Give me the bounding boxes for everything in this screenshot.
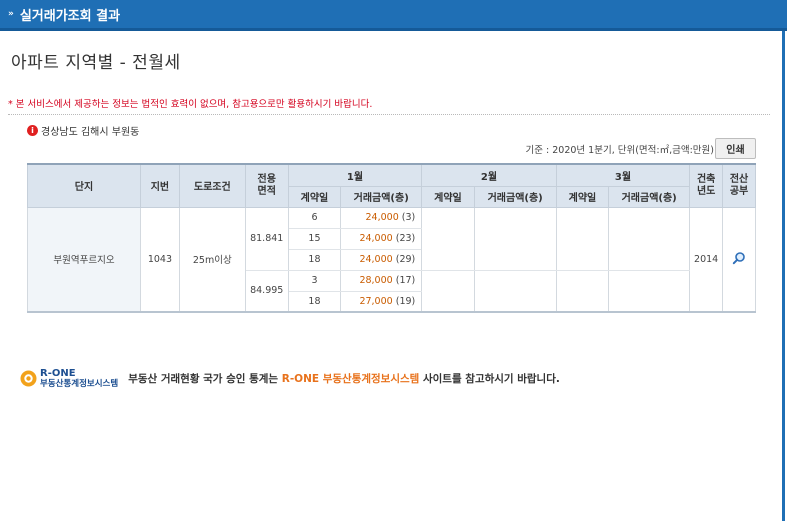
col-jibun: 지번	[139, 163, 180, 208]
month3-empty	[555, 207, 610, 271]
col-month-3: 3월	[555, 163, 691, 187]
col-register: 전산 공부	[722, 163, 756, 208]
rone-logo[interactable]: R-ONE 부동산통계정보시스템	[20, 369, 118, 389]
col-road: 도로조건	[178, 163, 246, 208]
rone-logo-name: R-ONE	[40, 368, 76, 379]
col-danji: 단지	[27, 163, 141, 208]
deal-amount: 27,000 (19)	[340, 291, 423, 313]
col-contract-day-1: 계약일	[287, 185, 342, 208]
legal-notice: * 본 서비스에서 제공하는 정보는 법적인 효력이 없으며, 참고용으로만 활…	[8, 96, 770, 115]
area-value: 81.841	[244, 207, 289, 271]
result-title: 실거래가조회 결과	[19, 8, 121, 24]
complex-road: 25m이상	[178, 207, 246, 313]
criteria-text: 기준 : 2020년 1분기, 단위(면적:㎡,금액:만원)	[525, 145, 714, 156]
month2-empty	[473, 207, 557, 271]
built-year: 2014	[689, 207, 724, 313]
info-icon: i	[27, 125, 38, 136]
region-label: i 경상남도 김해시 부원동	[27, 123, 139, 138]
month2-empty	[421, 207, 475, 271]
register-cell	[722, 207, 756, 313]
result-title-bar: » 실거래가조회 결과	[0, 0, 787, 31]
contract-day: 3	[287, 269, 342, 292]
deal-amount: 28,000 (17)	[340, 269, 423, 292]
transaction-table: 단지 지번 도로조건 전용 면적 1월 2월 3월 건축 년도 전산 공부 계약…	[27, 163, 756, 313]
complex-name: 부원역푸르지오	[27, 207, 141, 313]
col-amount-1: 거래금액(층)	[340, 185, 423, 208]
deal-amount: 24,000 (3)	[340, 207, 423, 229]
complex-jibun: 1043	[139, 207, 180, 313]
footer-message: 부동산 거래현황 국가 승인 통계는 R-ONE 부동산통계정보시스템 사이트를…	[128, 373, 560, 386]
magnifier-icon[interactable]	[732, 251, 746, 265]
footer-banner: R-ONE 부동산통계정보시스템 부동산 거래현황 국가 승인 통계는 R-ON…	[20, 369, 560, 389]
contract-day: 18	[287, 249, 342, 271]
col-contract-day-2: 계약일	[421, 185, 475, 208]
month2-empty	[473, 269, 557, 313]
rone-link[interactable]: R-ONE 부동산통계정보시스템	[282, 373, 420, 385]
deal-amount: 24,000 (23)	[340, 228, 423, 250]
print-button[interactable]: 인쇄	[715, 138, 756, 159]
col-contract-day-3: 계약일	[555, 185, 610, 208]
col-area: 전용 면적	[244, 163, 289, 208]
rone-logo-icon	[20, 370, 37, 387]
col-month-1: 1월	[287, 163, 423, 187]
month3-empty	[608, 269, 691, 313]
month2-empty	[421, 269, 475, 313]
table-row: 부원역푸르지오 1043 25m이상 81.841 6 24,000 (3) 2…	[27, 207, 756, 313]
col-month-2: 2월	[421, 163, 557, 187]
month3-empty	[555, 269, 610, 313]
area-value: 84.995	[244, 269, 289, 313]
right-border	[782, 31, 785, 521]
month3-empty	[608, 207, 691, 271]
contract-day: 15	[287, 228, 342, 250]
page-title: 아파트 지역별 - 전월세	[11, 53, 181, 73]
col-amount-3: 거래금액(층)	[608, 185, 691, 208]
chevron-right-icon: »	[8, 9, 14, 19]
col-built-year: 건축 년도	[689, 163, 724, 208]
region-text: 경상남도 김해시 부원동	[41, 127, 140, 138]
rone-logo-sub: 부동산통계정보시스템	[40, 379, 119, 389]
contract-day: 18	[287, 291, 342, 313]
deal-amount: 24,000 (29)	[340, 249, 423, 271]
col-amount-2: 거래금액(층)	[473, 185, 557, 208]
contract-day: 6	[287, 207, 342, 229]
